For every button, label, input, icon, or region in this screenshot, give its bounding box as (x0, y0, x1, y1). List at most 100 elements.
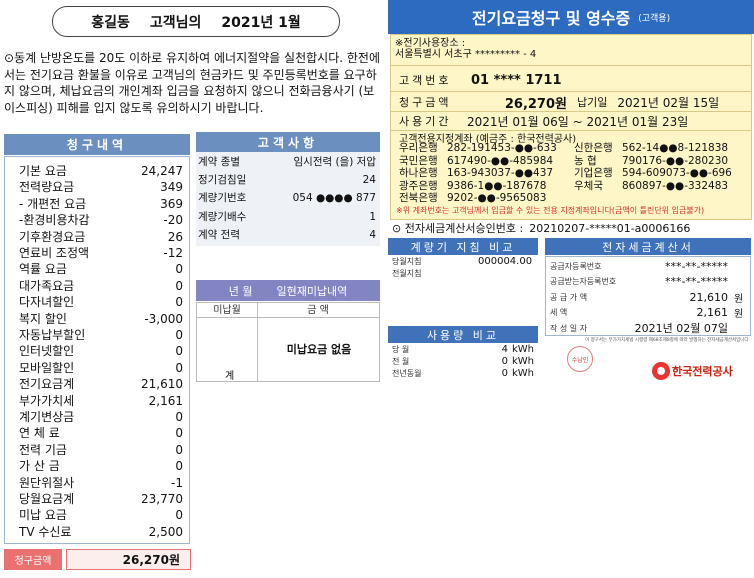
bill-value: 0 (175, 262, 183, 277)
meter-label: 전월지침 (392, 269, 422, 278)
bill-label: -환경비용차감 (19, 213, 90, 228)
receipt-subtitle: (고객용) (638, 13, 671, 24)
bill-label: 기본 요금 (19, 164, 67, 178)
bill-value: 0 (175, 278, 183, 293)
bill-row: 복지 할인 -3,000 (19, 311, 183, 327)
bill-label: 다자녀할인 (19, 295, 75, 310)
customer-row: 정기검침일 24 (198, 172, 376, 188)
usage-value: 0 (501, 356, 508, 367)
bill-label: 원단위절사 (19, 475, 75, 490)
billing-list: 기본 요금 24,247 전력량요금 349 - 개편전 요금 369 -환경비용차감 -20… (4, 156, 190, 544)
bill-label: 계기변상금 (19, 410, 75, 424)
bank-name: 농 협 (574, 154, 597, 167)
bill-row: -환경비용차감 -20 (19, 212, 183, 228)
receipt-header: 전기요금청구 및 영수증 (고객용) (388, 0, 754, 34)
bill-label: 미납 요금 (19, 508, 67, 523)
bill-label: 당월요금계 (19, 492, 75, 506)
bill-value: -1 (171, 475, 183, 490)
tax-row: 공 급 가 액 21,610 원 (550, 290, 748, 305)
bill-label: 자동납부할인 (19, 328, 86, 342)
bill-row: 기후환경요금 26 (19, 229, 183, 245)
customer-label: 계량기번호 (198, 192, 247, 205)
amount-label: 청구금액 (399, 96, 452, 109)
customer-value: 4 (369, 228, 376, 241)
bill-label: 역률 요금 (19, 262, 67, 277)
tax-label: 세 액 (550, 308, 568, 317)
bill-label: 가 산 금 (19, 459, 60, 474)
payment-stamp: 수납인 (567, 346, 593, 372)
usage-value: 4 (501, 344, 508, 355)
bill-label: 기후환경요금 (19, 229, 86, 244)
tax-row: 공급자등록번호 ***-**-***** (550, 259, 748, 273)
bill-row: 연 체 료 0 (19, 425, 183, 441)
unpaid-header: 년 월 일현재미납내역 (196, 280, 380, 301)
bill-period: 2021년 1월 (221, 14, 301, 31)
bill-row: 기본 요금 24,247 (19, 163, 183, 179)
bill-value: 0 (175, 344, 183, 359)
tax-value: ***-**-***** (665, 275, 728, 288)
usage-label: 당 월 (392, 345, 410, 354)
unpaid-columns: 미납월 금 액 (197, 303, 379, 318)
bill-value: -20 (163, 213, 183, 228)
bank-account: 9386-1●●-187678 (447, 179, 547, 192)
customer-label: 계량기배수 (198, 210, 247, 223)
unpaid-total-label: 계 (225, 371, 235, 382)
bill-row: 자동납부할인 0 (19, 327, 183, 343)
customer-value: 임시전력 (을) 저압 (293, 156, 377, 168)
bill-value: 0 (175, 410, 183, 424)
unpaid-table: 미납월 금 액 미납요금 없음 계 (196, 302, 380, 382)
bill-value: -3,000 (144, 311, 183, 326)
billing-title: 청구내역 (4, 134, 190, 155)
unpaid-divider (257, 303, 258, 381)
usage-label: 전년동월 (392, 369, 422, 378)
invoice-label: ⊙ 전자세금계산서승인번호 : (392, 222, 524, 235)
bill-row: 전력량요금 349 (19, 179, 183, 195)
bank-account: 562-14●●8-121838 (622, 142, 729, 154)
unpaid-col-amount: 금 액 (307, 305, 329, 316)
bill-row: 인터넷할인 0 (19, 343, 183, 359)
bank-name: 하나은행 (399, 167, 438, 179)
bank-account: 860897-●●-332483 (622, 179, 729, 192)
bill-header: 홍길동 고객님의 2021년 1월 (52, 6, 340, 37)
account-warning: ※위 계좌번호는 고객님께서 입금할 수 있는 전용 지정계좌입니다(금액이 틀… (396, 206, 705, 215)
bill-value: 24,247 (141, 164, 183, 178)
kepco-logo: 한국전력공사 (652, 360, 748, 382)
bank-name: 국민은행 (399, 154, 438, 167)
bill-row: TV 수신료 2,500 (19, 524, 183, 540)
bill-label: - 개편전 요금 (19, 196, 87, 211)
customer-value: 24 (362, 174, 376, 187)
tax-value: ***-**-***** (665, 259, 728, 273)
divider (391, 91, 751, 92)
customer-value: 1 (369, 210, 376, 223)
bill-label: 전력 기금 (19, 442, 67, 457)
usage-label: 전 월 (392, 357, 410, 366)
bank-account (622, 192, 749, 205)
customer-no: 01 **** 1711 (471, 72, 562, 88)
bill-value: 0 (175, 295, 183, 310)
amount-row: 청구금액 26,270원 납기일 2021년 02월 15일 (391, 93, 751, 112)
bill-row: 모바일할인 0 (19, 360, 183, 376)
invoice-row: ⊙ 전자세금계산서승인번호 : 20210207-*****01-a000616… (388, 221, 754, 236)
bank-account: 594-609073-●●-696 (622, 167, 732, 179)
bill-row: 역률 요금 0 (19, 261, 183, 277)
bill-label: 부가가치세 (19, 393, 75, 408)
bill-value: 0 (175, 442, 183, 457)
bill-row: 연료비 조정액 -12 (19, 245, 183, 261)
bill-row: 부가가치세 2,161 (19, 393, 183, 409)
bill-value: 0 (175, 360, 183, 375)
bank-name: 기업은행 (574, 167, 613, 179)
bank-name: 신한은행 (574, 142, 613, 154)
bill-value: 349 (160, 180, 183, 195)
bank-account: 282-191453-●●-633 (447, 142, 557, 154)
bill-row: - 개편전 요금 369 (19, 196, 183, 212)
bill-row: 당월요금계 23,770 (19, 491, 183, 507)
tax-row: 작 성 일 자 2021년 02월 07일 (550, 321, 748, 335)
use-period: 2021년 01월 06일 ~ 2021년 01월 23일 (467, 114, 689, 129)
bill-value: 2,500 (148, 524, 183, 539)
bank-name: 전북은행 (399, 192, 438, 204)
customer-row: 계약 전력 4 (198, 227, 376, 243)
bill-label: 연 체 료 (19, 426, 60, 441)
customer-label: 계약 전력 (198, 228, 240, 241)
address: 서울특별시 서초구 ********* - 4 (395, 48, 537, 60)
due-label: 납기일 (577, 96, 608, 109)
